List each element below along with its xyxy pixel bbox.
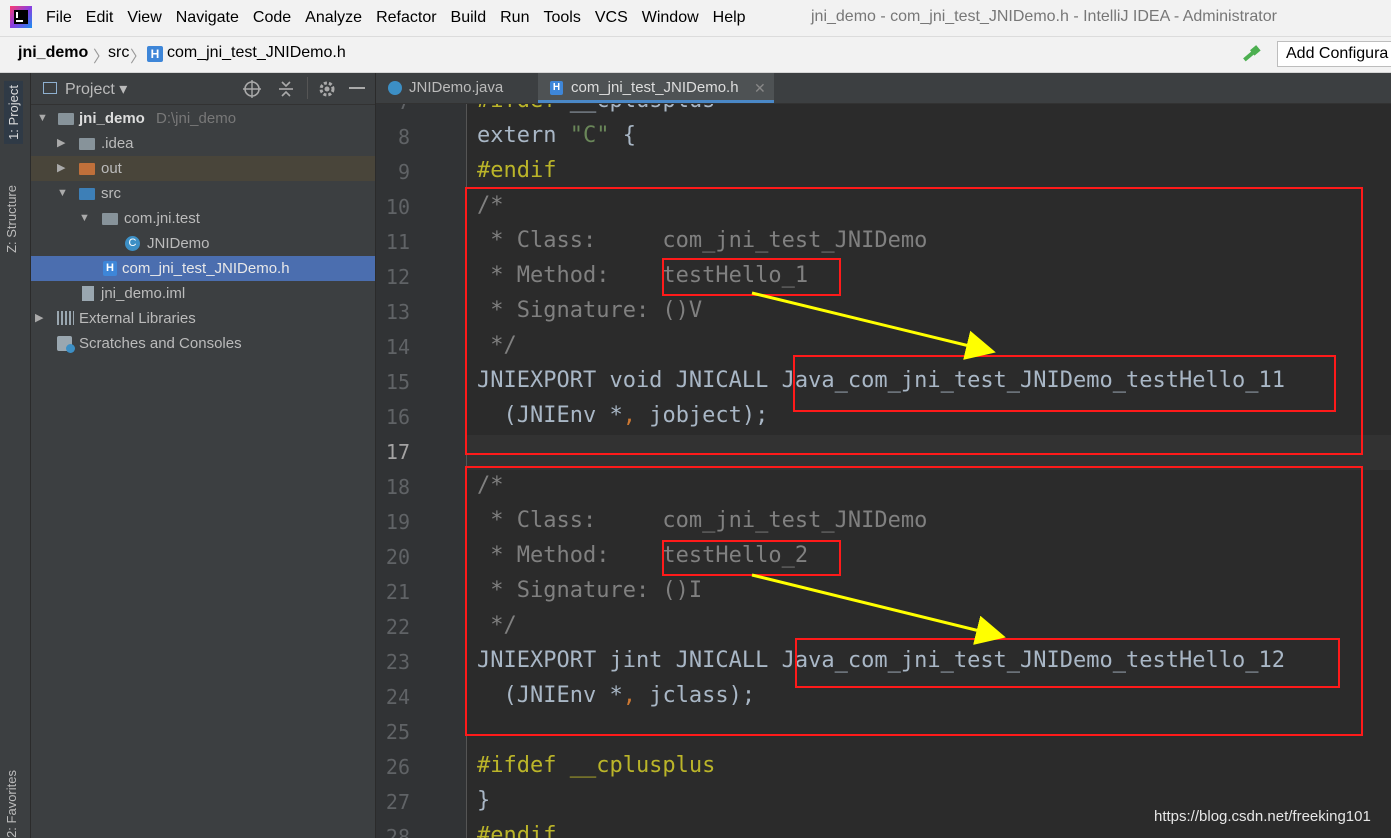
arrow-1 xyxy=(751,291,996,360)
annotation-arrows xyxy=(751,291,1006,645)
watermark: https://blog.csdn.net/freeking101 xyxy=(1154,808,1371,825)
arrow-2 xyxy=(751,573,1006,645)
